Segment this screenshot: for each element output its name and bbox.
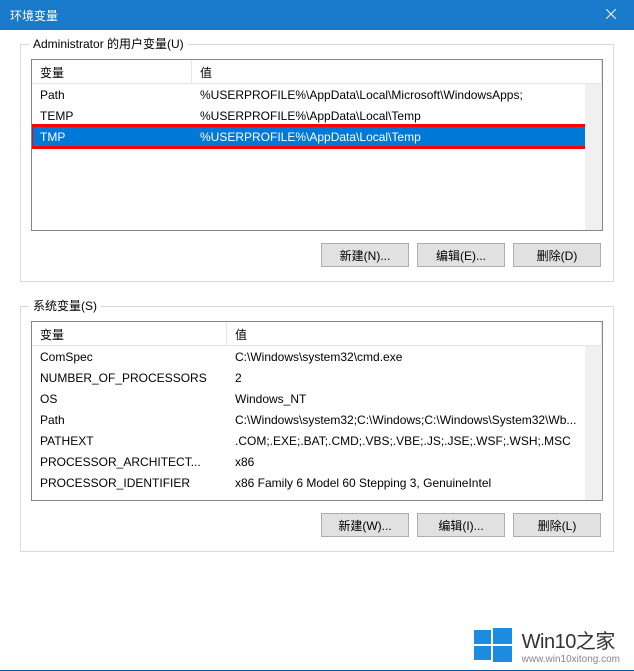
table-row[interactable]: ComSpec C:\Windows\system32\cmd.exe	[32, 346, 602, 367]
user-vars-header: 变量 值	[32, 60, 602, 84]
user-edit-button[interactable]: 编辑(E)...	[417, 243, 505, 267]
scrollbar[interactable]	[585, 84, 602, 230]
table-row[interactable]: TEMP %USERPROFILE%\AppData\Local\Temp	[32, 105, 602, 126]
titlebar: 环境变量	[0, 0, 634, 30]
sys-vars-header: 变量 值	[32, 322, 602, 346]
sys-new-button[interactable]: 新建(W)...	[321, 513, 409, 537]
sys-edit-button[interactable]: 编辑(I)...	[417, 513, 505, 537]
table-row[interactable]: PROCESSOR_IDENTIFIER x86 Family 6 Model …	[32, 472, 602, 493]
table-row[interactable]: PROCESSOR_ARCHITECT... x86	[32, 451, 602, 472]
table-row[interactable]: Path %USERPROFILE%\AppData\Local\Microso…	[32, 84, 602, 105]
close-icon	[606, 8, 616, 22]
sys-col-name[interactable]: 变量	[32, 322, 227, 345]
user-vars-body: Path %USERPROFILE%\AppData\Local\Microso…	[32, 84, 602, 230]
table-row[interactable]: Path C:\Windows\system32;C:\Windows;C:\W…	[32, 409, 602, 430]
user-vars-list[interactable]: 变量 值 Path %USERPROFILE%\AppData\Local\Mi…	[31, 59, 603, 231]
env-vars-dialog: 环境变量 Administrator 的用户变量(U) 变量 值 Path %U…	[0, 0, 634, 670]
watermark-subtitle: www.win10xitong.com	[522, 654, 620, 665]
user-vars-buttons: 新建(N)... 编辑(E)... 删除(D)	[31, 243, 603, 267]
close-button[interactable]	[588, 0, 634, 30]
sys-delete-button[interactable]: 删除(L)	[513, 513, 601, 537]
user-col-value[interactable]: 值	[192, 60, 602, 83]
user-vars-group: Administrator 的用户变量(U) 变量 值 Path %USERPR…	[20, 44, 614, 282]
sys-vars-list[interactable]: 变量 值 ComSpec C:\Windows\system32\cmd.exe…	[31, 321, 603, 501]
watermark: Win10之家 www.win10xitong.com	[472, 624, 620, 666]
table-row[interactable]: OS Windows_NT	[32, 388, 602, 409]
windows-logo-icon	[472, 624, 514, 666]
user-new-button[interactable]: 新建(N)...	[321, 243, 409, 267]
sys-vars-group: 系统变量(S) 变量 值 ComSpec C:\Windows\system32…	[20, 306, 614, 552]
table-row-selected[interactable]: TMP %USERPROFILE%\AppData\Local\Temp	[32, 126, 602, 147]
table-row[interactable]: PATHEXT .COM;.EXE;.BAT;.CMD;.VBS;.VBE;.J…	[32, 430, 602, 451]
user-col-name[interactable]: 变量	[32, 60, 192, 83]
title-text: 环境变量	[10, 7, 58, 24]
table-row[interactable]: NUMBER_OF_PROCESSORS 2	[32, 367, 602, 388]
user-delete-button[interactable]: 删除(D)	[513, 243, 601, 267]
sys-col-value[interactable]: 值	[227, 322, 602, 345]
sys-vars-label: 系统变量(S)	[29, 297, 101, 314]
sys-vars-buttons: 新建(W)... 编辑(I)... 删除(L)	[31, 513, 603, 537]
user-vars-label: Administrator 的用户变量(U)	[29, 35, 188, 52]
scrollbar[interactable]	[585, 346, 602, 500]
sys-vars-body: ComSpec C:\Windows\system32\cmd.exe NUMB…	[32, 346, 602, 500]
watermark-title: Win10之家	[522, 625, 620, 654]
dialog-content: Administrator 的用户变量(U) 变量 值 Path %USERPR…	[0, 30, 634, 670]
